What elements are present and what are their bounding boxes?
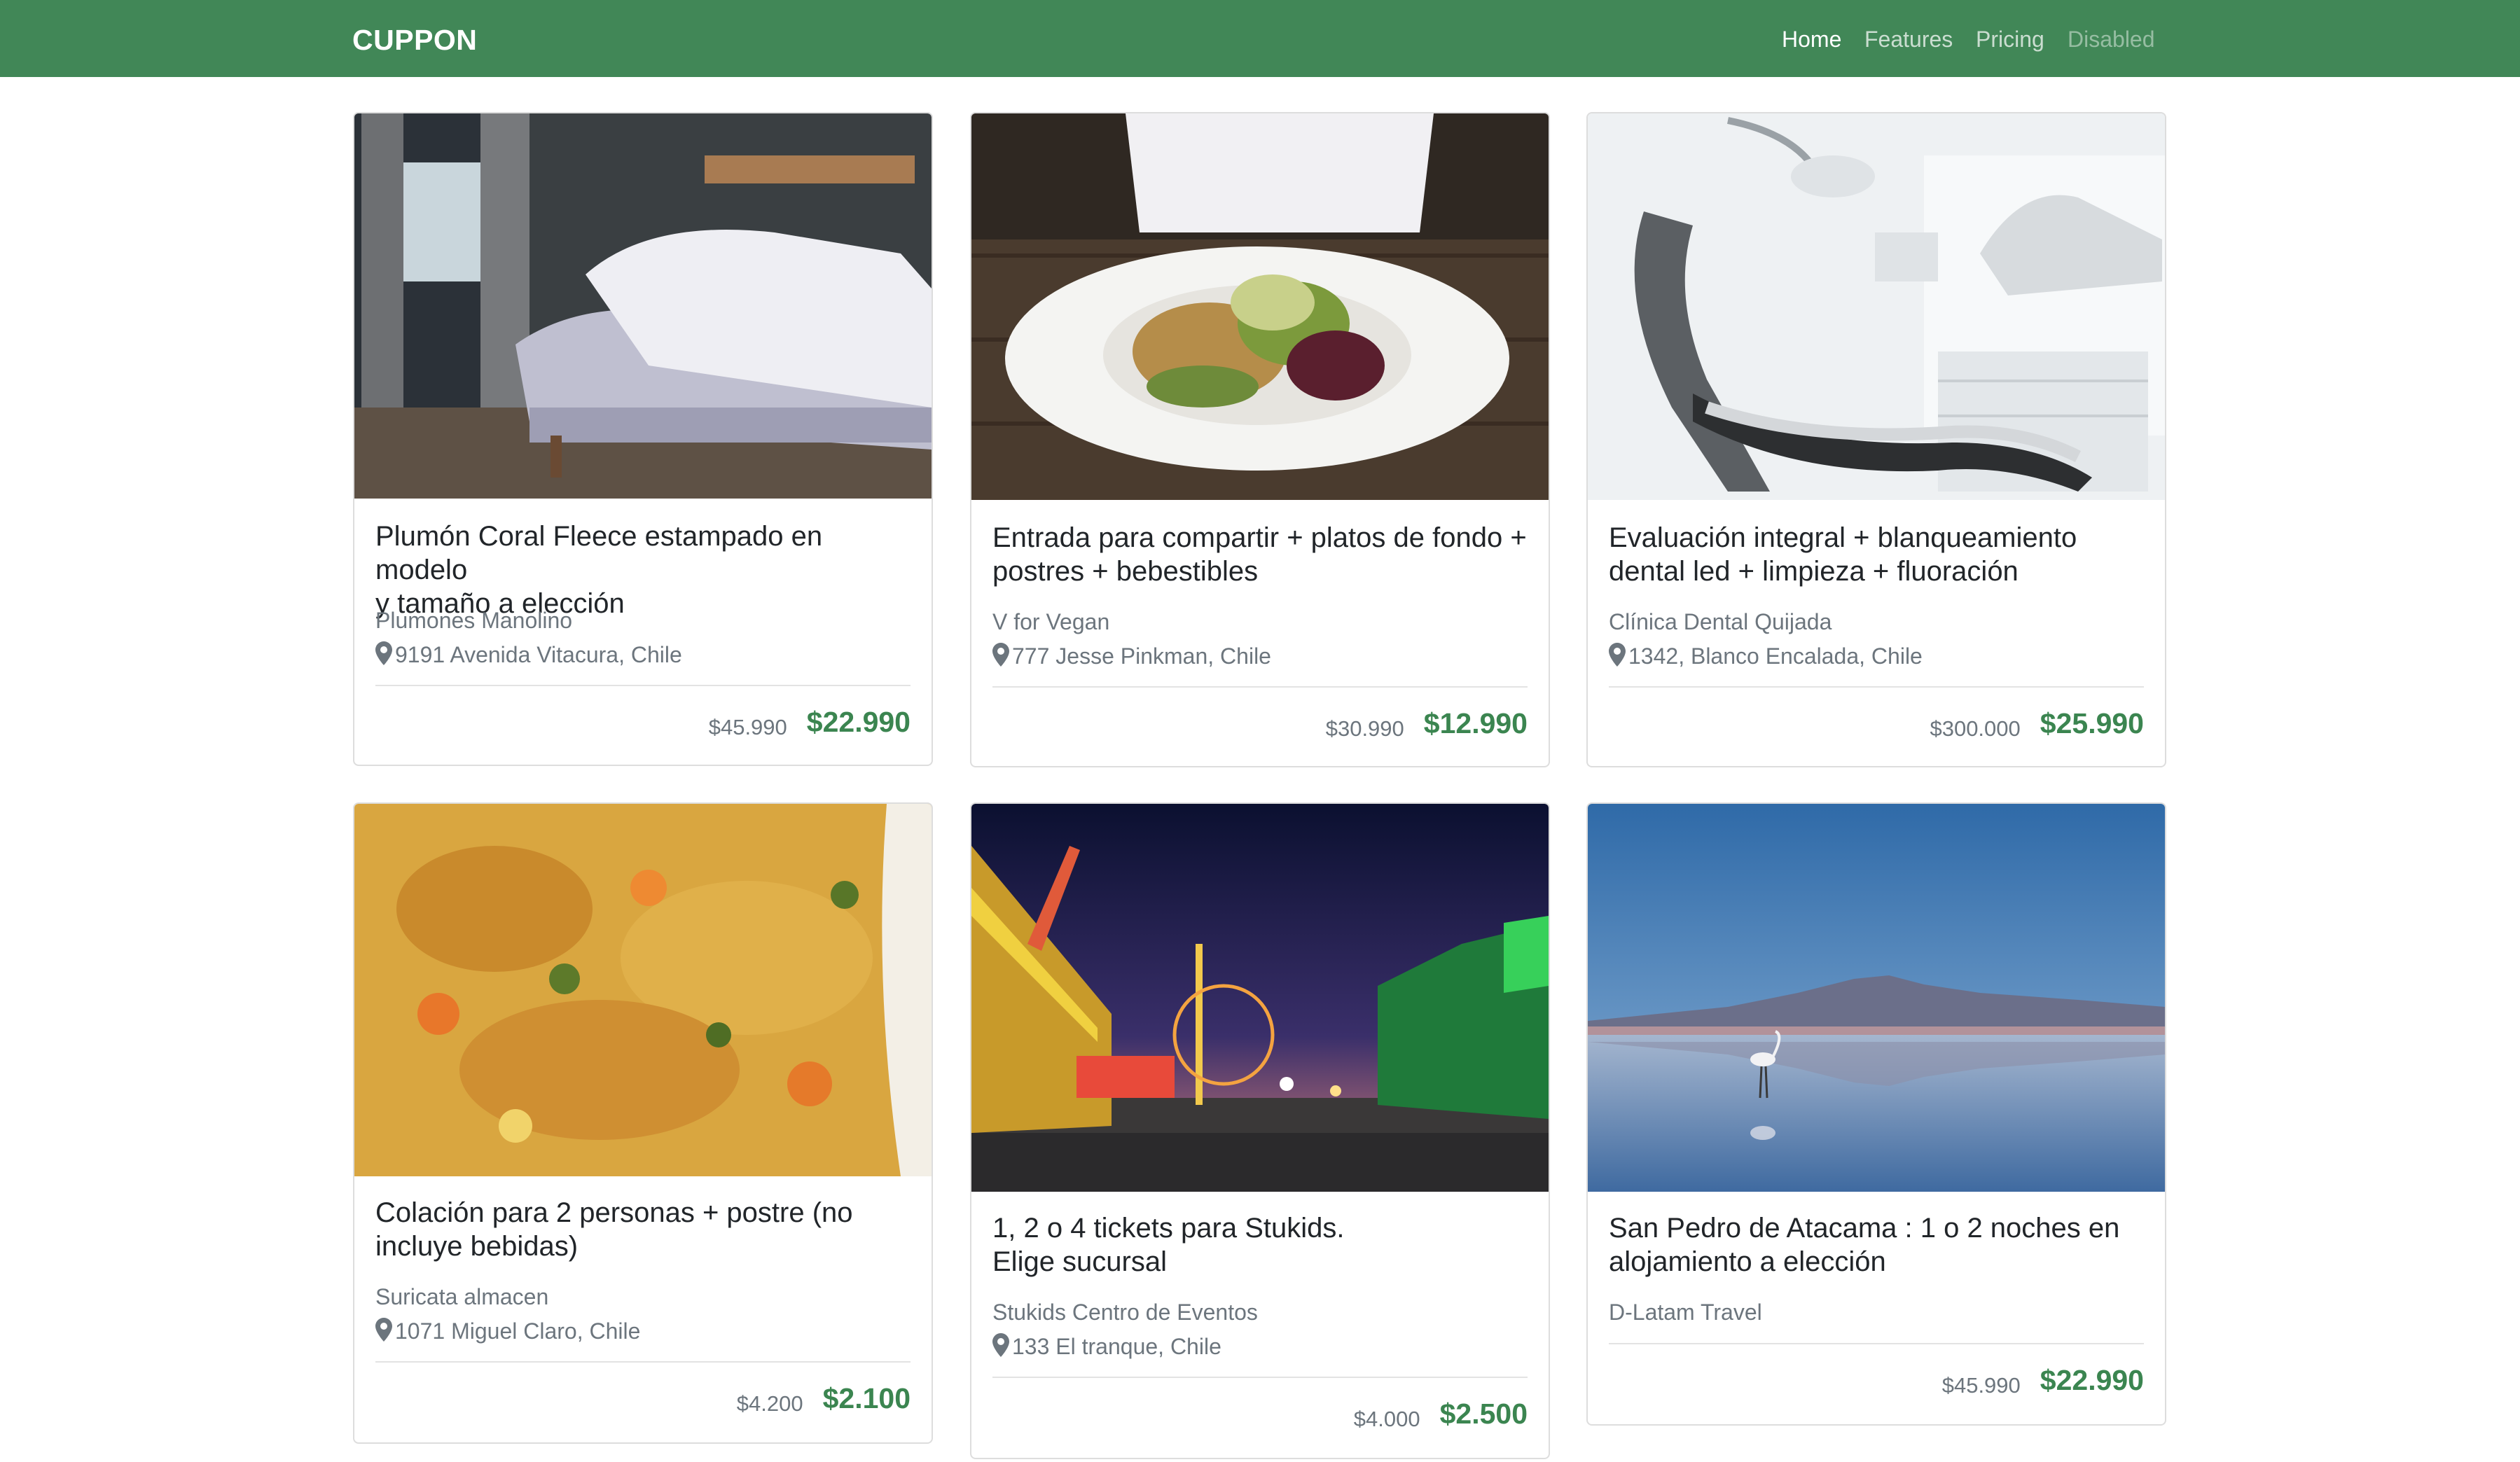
deal-address: 777 Jesse Pinkman, Chile (992, 643, 1271, 669)
deal-title-line: incluye bebidas) (375, 1231, 579, 1262)
deal-image-bedroom[interactable] (354, 113, 932, 499)
address-text: 1071 Miguel Claro, Chile (395, 1318, 641, 1344)
deal-title-line: alojamiento a elección (1609, 1246, 1886, 1277)
map-pin-icon (375, 1318, 392, 1342)
deal-title-line: Colación para 2 personas + postre (no (375, 1197, 853, 1228)
map-pin-icon (992, 1333, 1009, 1357)
deal-title-line: postres + bebestibles (992, 556, 1259, 587)
deal-price: $22.990 (2040, 1364, 2144, 1396)
deal-address: 133 El tranque, Chile (992, 1333, 1221, 1360)
deal-address: 1071 Miguel Claro, Chile (375, 1318, 640, 1344)
old-price: $30.990 (1325, 716, 1404, 741)
deal-title-line: Entrada para compartir + platos de fondo… (992, 522, 1527, 553)
deal-card[interactable]: Plumón Coral Fleece estampado en modelo … (353, 112, 933, 766)
deal-address: 9191 Avenida Vitacura, Chile (375, 641, 682, 668)
deal-title-line: San Pedro de Atacama : 1 o 2 noches en (1609, 1213, 2120, 1244)
deal-title-line: Elige sucursal (992, 1246, 1168, 1277)
deal-address: 1342, Blanco Encalada, Chile (1609, 643, 1923, 669)
divider (375, 1361, 911, 1363)
deal-image-rice-dish[interactable] (354, 804, 932, 1176)
deal-image-dental-clinic[interactable] (1588, 113, 2165, 500)
price-row: $30.990 $12.990 (1326, 707, 1528, 742)
address-text: 777 Jesse Pinkman, Chile (1012, 643, 1271, 669)
old-price: $4.000 (1353, 1407, 1420, 1431)
deal-price: $22.990 (806, 706, 911, 738)
deal-image-atacama-lagoon[interactable] (1588, 804, 2165, 1192)
deal-image-amusement-park[interactable] (971, 804, 1549, 1192)
merchant-name: Clínica Dental Quijada (1609, 609, 1832, 634)
price-row: $4.200 $2.100 (737, 1382, 911, 1416)
merchant-name: Plumones Manolino (375, 608, 573, 633)
old-price: $45.990 (1941, 1373, 2021, 1398)
price-row: $4.000 $2.500 (1354, 1398, 1528, 1432)
merchant-name: V for Vegan (992, 609, 1110, 634)
address-text: 9191 Avenida Vitacura, Chile (395, 642, 682, 667)
divider (375, 685, 911, 686)
deal-title-line: Evaluación integral + blanqueamiento (1609, 522, 2077, 553)
deal-title[interactable]: Evaluación integral + blanqueamiento den… (1609, 521, 2144, 588)
divider (1609, 1343, 2144, 1344)
map-pin-icon (1609, 643, 1626, 667)
deal-title[interactable]: Colación para 2 personas + postre (no in… (375, 1196, 911, 1263)
price-row: $45.990 $22.990 (709, 706, 911, 740)
deal-card[interactable]: San Pedro de Atacama : 1 o 2 noches en a… (1586, 802, 2166, 1426)
deal-title-line: 1, 2 o 4 tickets para Stukids. (992, 1213, 1345, 1244)
nav-link-home[interactable]: Home (1782, 27, 1841, 53)
merchant-name: Stukids Centro de Eventos (992, 1300, 1258, 1325)
deal-image-vegan-plate[interactable] (971, 113, 1549, 500)
deal-price: $12.990 (1423, 707, 1528, 739)
deal-title[interactable]: Entrada para compartir + platos de fondo… (992, 521, 1528, 588)
divider (992, 686, 1528, 688)
price-row: $300.000 $25.990 (1930, 707, 2144, 742)
deal-card[interactable]: Evaluación integral + blanqueamiento den… (1586, 112, 2166, 767)
old-price: $45.990 (708, 715, 787, 739)
deal-title[interactable]: San Pedro de Atacama : 1 o 2 noches en a… (1609, 1211, 2144, 1279)
deal-card[interactable]: Entrada para compartir + platos de fondo… (970, 112, 1550, 767)
deal-card[interactable]: 1, 2 o 4 tickets para Stukids. Elige suc… (970, 802, 1550, 1459)
old-price: $4.200 (736, 1391, 803, 1416)
address-text: 1342, Blanco Encalada, Chile (1628, 643, 1923, 669)
divider (992, 1377, 1528, 1378)
top-navbar: CUPPON Home Features Pricing Disabled (0, 0, 2520, 77)
map-pin-icon (375, 641, 392, 665)
deal-title-line: dental led + limpieza + fluoración (1609, 556, 2019, 587)
old-price: $300.000 (1930, 716, 2021, 741)
price-row: $45.990 $22.990 (1942, 1364, 2144, 1398)
deal-title[interactable]: Plumón Coral Fleece estampado en modelo … (375, 520, 911, 620)
map-pin-icon (992, 643, 1009, 667)
deal-price: $2.500 (1439, 1398, 1528, 1430)
deal-price: $2.100 (822, 1382, 911, 1414)
merchant-name: Suricata almacen (375, 1284, 549, 1309)
merchant-name: D-Latam Travel (1609, 1300, 1762, 1325)
deal-title-line: Plumón Coral Fleece estampado en modelo (375, 521, 823, 585)
deal-card[interactable]: Colación para 2 personas + postre (no in… (353, 802, 933, 1444)
deal-price: $25.990 (2040, 707, 2144, 739)
nav-link-features[interactable]: Features (1864, 27, 1953, 53)
nav-link-pricing[interactable]: Pricing (1976, 27, 2044, 53)
divider (1609, 686, 2144, 688)
brand-logo[interactable]: CUPPON (352, 24, 477, 57)
nav-link-disabled: Disabled (2068, 27, 2155, 52)
address-text: 133 El tranque, Chile (1012, 1334, 1221, 1359)
deal-title[interactable]: 1, 2 o 4 tickets para Stukids. Elige suc… (992, 1211, 1528, 1279)
